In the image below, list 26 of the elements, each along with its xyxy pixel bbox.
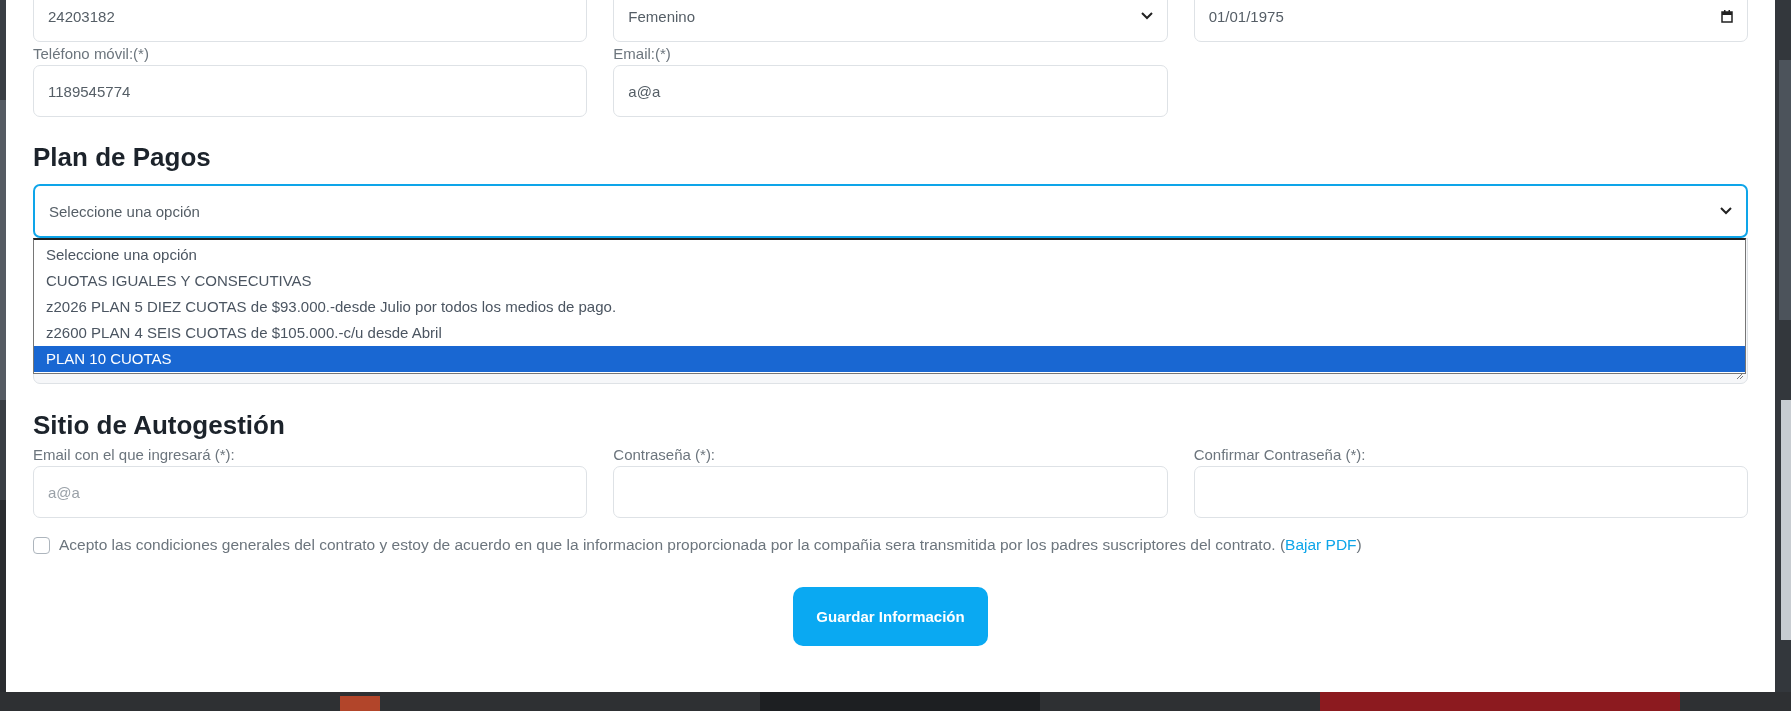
field-label: Teléfono móvil:(*) [33, 45, 150, 63]
input-field[interactable]: 24203182 [33, 0, 588, 42]
field-label: Contraseña (*): [613, 446, 717, 464]
dropdown-option[interactable]: Seleccione una opción [34, 242, 1745, 268]
input-field[interactable]: 1189545774 [33, 65, 588, 117]
section-heading: Plan de Pagos [33, 142, 212, 172]
calendar-icon [1721, 9, 1733, 23]
input-field[interactable]: a@a [613, 65, 1168, 117]
dropdown-option[interactable]: CUOTAS IGUALES Y CONSECUTIVAS [34, 268, 1745, 294]
dropdown-option[interactable]: z2026 PLAN 5 DIEZ CUOTAS de $93.000.-desde Julio por todos los medios de pago. [34, 294, 1745, 320]
plan-select[interactable]: Seleccione una opción [33, 184, 1748, 238]
dropdown-option[interactable]: z2600 PLAN 4 SEIS CUOTAS de $105.000.-c/u desde Abril [34, 320, 1745, 346]
date-field[interactable]: 01/01/1975 [1193, 0, 1748, 42]
field-label: Email con el que ingresará (*): [33, 446, 236, 464]
checkbox[interactable] [33, 536, 50, 554]
field-label: Confirmar Contraseña (*): [1193, 446, 1367, 464]
terms-text: Acepto las condiciones generales del contrato y estoy de acuerdo en que la informacion proporcionada por la compañia sera transmitida por los padres suscriptores del contrato. (Bajar PDF) [59, 536, 1362, 554]
chevron-down-icon [1720, 207, 1732, 215]
chevron-down-icon [1140, 12, 1153, 20]
input-field[interactable] [613, 466, 1168, 518]
input-field[interactable]: a@a [33, 466, 588, 518]
dropdown-option[interactable]: PLAN 10 CUOTAS [34, 346, 1745, 372]
input-field[interactable] [1193, 466, 1748, 518]
field-label: Email:(*) [613, 45, 672, 63]
gender-select[interactable]: Femenino [613, 0, 1168, 42]
section-heading: Sitio de Autogestión [33, 410, 286, 440]
